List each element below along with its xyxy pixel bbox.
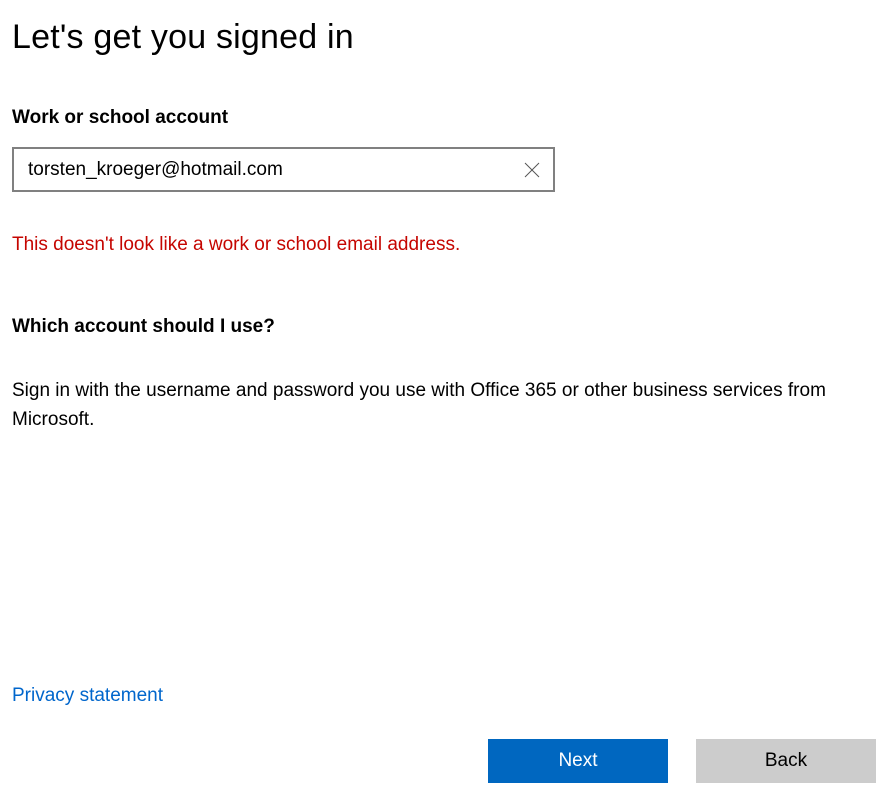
email-input-wrapper xyxy=(12,147,555,192)
page-title: Let's get you signed in xyxy=(12,18,876,57)
help-heading: Which account should I use? xyxy=(12,316,876,338)
back-button[interactable]: Back xyxy=(696,739,876,783)
error-message: This doesn't look like a work or school … xyxy=(12,234,876,256)
close-icon xyxy=(524,162,540,178)
privacy-link[interactable]: Privacy statement xyxy=(12,685,163,707)
next-button[interactable]: Next xyxy=(488,739,668,783)
clear-input-button[interactable] xyxy=(511,149,553,190)
button-row: Next Back xyxy=(488,739,876,783)
account-field-label: Work or school account xyxy=(12,107,876,129)
help-body: Sign in with the username and password y… xyxy=(12,376,842,435)
email-field[interactable] xyxy=(14,149,511,190)
